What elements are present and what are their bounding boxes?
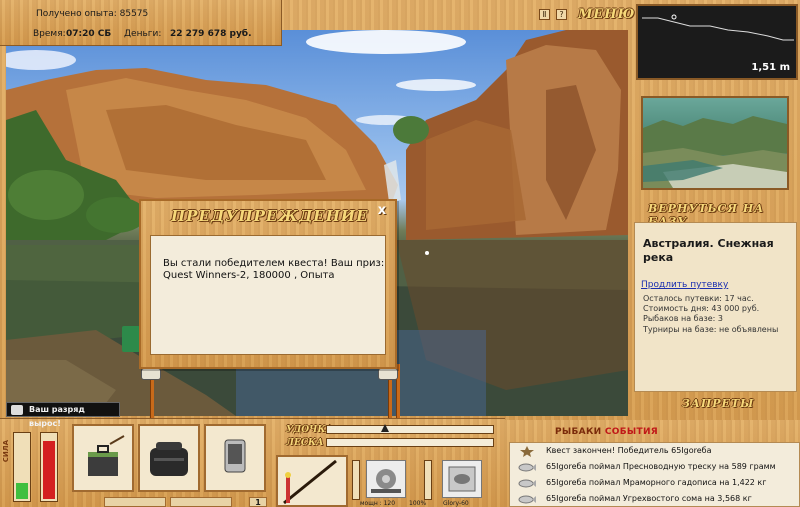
lure-icon — [448, 466, 476, 492]
help-label: ? — [559, 10, 564, 19]
location-minimap[interactable] — [641, 96, 789, 190]
time-label: Время: — [33, 29, 66, 39]
location-title: Австралия. Снежная река — [643, 237, 774, 264]
dialog-message-line-1: Вы стали победителем квеста! Ваш приз: — [163, 258, 385, 269]
reel-power-text: мощн : 120 — [360, 500, 396, 507]
reel-percent-text: 100% — [409, 500, 427, 507]
events-panel: РЫБАКИ СОБЫТИЯ Квест закончен! Победител… — [505, 420, 800, 507]
fish-icon — [518, 479, 536, 488]
minimap-artwork — [643, 116, 787, 188]
rank-up-toast[interactable]: Ваш разряд вырос! — [6, 402, 120, 428]
dialog-title: ПРЕДУПРЕЖДЕНИЕ — [171, 207, 369, 225]
stamina-meter — [13, 432, 31, 502]
events-header-events[interactable]: СОБЫТИЯ — [605, 427, 658, 437]
rod-slider-thumb[interactable] — [381, 424, 389, 432]
star-icon — [520, 446, 534, 457]
backpack-icon — [150, 442, 188, 476]
experience-value: 85575 — [119, 9, 149, 19]
pause-button[interactable]: Ⅱ — [539, 9, 550, 20]
rod-slot[interactable] — [276, 455, 348, 507]
depth-value: 1,51 m — [751, 62, 790, 73]
fish-icon — [518, 495, 536, 504]
reel-left — [141, 368, 161, 380]
dialog-close-button[interactable]: x — [375, 204, 389, 218]
phone-icon — [224, 439, 246, 473]
time-value: 07:20 СБ — [66, 29, 112, 39]
reel-slot[interactable] — [366, 460, 406, 498]
location-info-panel: Австралия. Снежная река Продлить путевку… — [634, 222, 797, 392]
event-row: Квест закончен! Победитель 65Igoreбa — [510, 444, 799, 459]
quick-slot-2[interactable] — [170, 497, 232, 507]
fishing-rod-icon — [283, 459, 337, 505]
pause-icon: Ⅱ — [542, 10, 547, 19]
events-header: РЫБАКИ СОБЫТИЯ — [555, 427, 658, 437]
strength-vertical-label: СИЛА — [2, 440, 10, 463]
line-slider[interactable] — [326, 438, 494, 447]
help-button[interactable]: ? — [556, 9, 567, 20]
phone-slot[interactable] — [204, 424, 266, 492]
event-row: 65Igoreбa поймал Угрехвостого сома на 3,… — [510, 492, 799, 506]
tension-meter-fill — [43, 441, 55, 499]
close-icon: x — [377, 203, 387, 218]
experience-label: Получено опыта: — [36, 9, 117, 19]
event-row: 65Igoreбa поймал Мраморного гадописа на … — [510, 476, 799, 491]
line-label: ЛЕСКА — [286, 438, 324, 448]
experience-row: Получено опыта: 85575 — [36, 9, 148, 19]
player-info-panel: Получено опыта: 85575 Время: 07:20 СБ Де… — [0, 0, 282, 46]
depth-profile-panel: 1,51 m — [636, 4, 798, 80]
money-label: Деньги: — [124, 29, 162, 39]
reel-icon — [371, 469, 401, 493]
event-text: Квест закончен! Победитель 65Igoreбa — [546, 446, 712, 455]
dialog-message-box: Вы стали победителем квеста! Ваш приз: Q… — [150, 235, 386, 355]
extend-trip-link[interactable]: Продлить путевку — [641, 280, 728, 290]
line-power-meter — [424, 460, 432, 500]
event-text: 65Igoreбa поймал Мраморного гадописа на … — [546, 478, 767, 487]
tackle-box-icon — [88, 435, 125, 476]
warning-dialog: ПРЕДУПРЕЖДЕНИЕ x Вы стали победителем кв… — [139, 199, 397, 369]
events-header-anglers[interactable]: РЫБАКИ — [555, 427, 601, 437]
fish-icon — [518, 463, 536, 472]
backpack-slot[interactable] — [138, 424, 200, 492]
events-list: Квест закончен! Победитель 65Igoreбa 65I… — [509, 442, 800, 507]
page-number[interactable]: 1 — [249, 497, 267, 507]
anglers-on-base: Рыбаков на базе: 3 — [643, 314, 723, 323]
lure-slot[interactable] — [442, 460, 482, 498]
reel-right — [378, 368, 398, 380]
stamina-meter-fill — [16, 483, 28, 499]
event-text: 65Igoreбa поймал Пресноводную треску на … — [546, 462, 776, 471]
menu-button[interactable]: МЕНЮ — [578, 7, 635, 22]
bans-button[interactable]: ЗАПРЕТЫ — [682, 397, 754, 410]
tackle-box-slot[interactable] — [72, 424, 134, 492]
money-value: 22 279 678 руб. — [170, 29, 252, 39]
dialog-message-line-2: Quest Winners-2, 180000 , Опыта — [163, 270, 335, 281]
message-icon — [11, 405, 23, 415]
event-text: 65Igoreбa поймал Угрехвостого сома на 3,… — [546, 494, 752, 503]
reel-power-meter — [352, 460, 360, 500]
lure-label: Glory-60 — [443, 500, 469, 507]
event-row: 65Igoreбa поймал Пресноводную треску на … — [510, 460, 799, 475]
quick-slot-1[interactable] — [104, 497, 166, 507]
tournaments-info: Турниры на базе: не объявлены — [643, 325, 779, 334]
rod-slider[interactable] — [326, 424, 494, 434]
tension-meter — [40, 432, 58, 502]
